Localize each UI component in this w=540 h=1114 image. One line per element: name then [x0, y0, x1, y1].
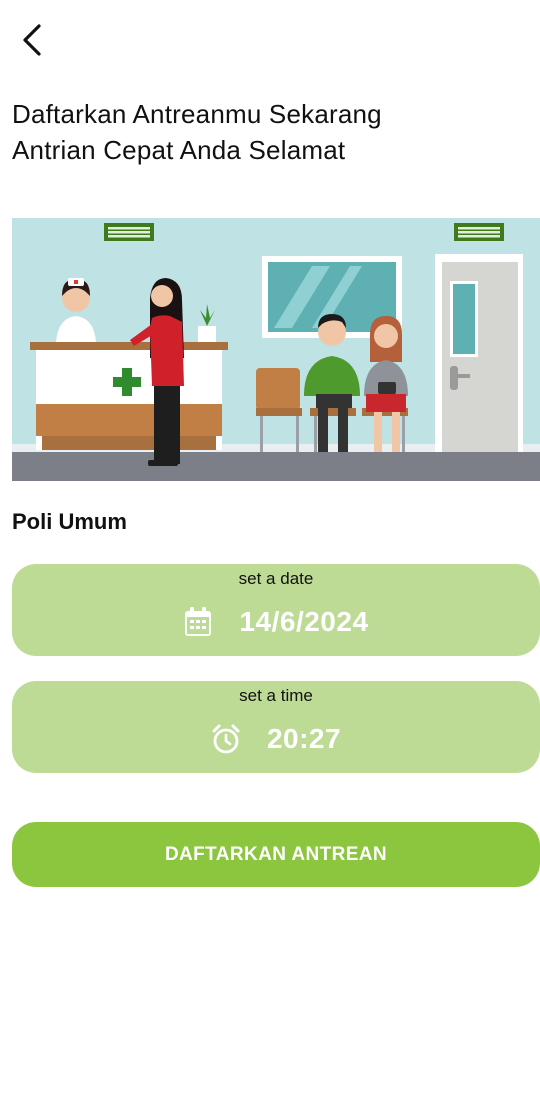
date-picker[interactable]: set a date 14/6/2024	[12, 564, 540, 656]
time-picker[interactable]: set a time 20:27	[12, 681, 540, 773]
clinic-waiting-room-illustration	[12, 218, 540, 481]
date-picker-row: 14/6/2024	[12, 606, 540, 638]
queue-registration-screen: Daftarkan Antreanmu Sekarang Antrian Cep…	[0, 0, 540, 1114]
alarm-clock-icon	[212, 724, 240, 754]
page-headline: Daftarkan Antreanmu Sekarang Antrian Cep…	[12, 96, 522, 168]
time-picker-caption: set a time	[239, 686, 313, 705]
headline-line-2: Antrian Cepat Anda Selamat	[12, 135, 346, 165]
chevron-left-icon	[23, 24, 41, 56]
date-picker-caption: set a date	[238, 569, 314, 588]
clinic-illustration-svg	[12, 218, 540, 481]
time-value: 20:27	[266, 723, 342, 754]
headline-line-1: Daftarkan Antreanmu Sekarang	[12, 99, 382, 129]
calendar-icon	[185, 607, 212, 636]
back-button[interactable]	[14, 22, 50, 58]
time-picker-row: 20:27	[12, 723, 540, 755]
date-value: 14/6/2024	[239, 606, 369, 637]
register-queue-button[interactable]: DAFTARKAN ANTREAN	[12, 822, 540, 887]
clinic-section-title: Poli Umum	[12, 509, 127, 534]
